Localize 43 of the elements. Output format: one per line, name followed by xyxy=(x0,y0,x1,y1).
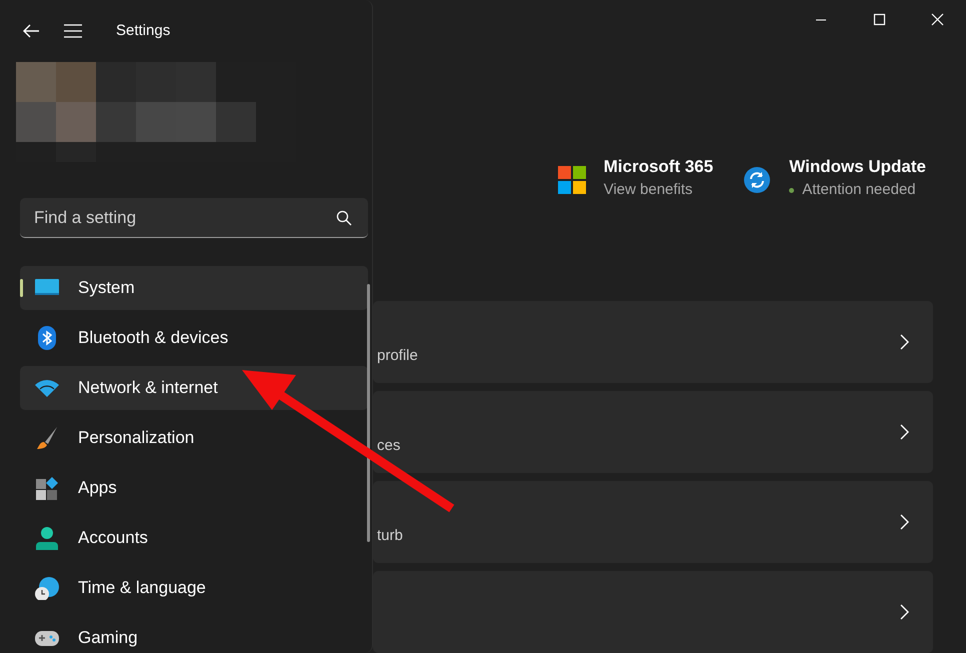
sidebar-label: Gaming xyxy=(78,627,138,650)
sidebar-label: Accounts xyxy=(78,527,148,550)
maximize-button[interactable] xyxy=(872,12,886,26)
sync-icon[interactable] xyxy=(743,166,772,194)
chevron-right-icon xyxy=(899,514,909,530)
sidebar-item[interactable]: System xyxy=(20,266,368,310)
sidebar-label: Apps xyxy=(78,477,117,500)
close-button[interactable] xyxy=(930,12,944,26)
sidebar-item[interactable]: Network & internet xyxy=(20,366,368,410)
tile-title[interactable]: Windows Update xyxy=(789,156,926,178)
tile-subtitle: View benefits xyxy=(604,180,693,200)
sidebar-label: Network & internet xyxy=(78,377,218,400)
tile-subtitle: Attention needed xyxy=(802,180,916,200)
sidebar-item[interactable]: Bluetooth & devices xyxy=(20,316,368,360)
chevron-right-icon xyxy=(899,424,909,440)
selection-indicator xyxy=(20,279,23,297)
chevron-right-icon xyxy=(899,604,909,620)
sidebar-label: Personalization xyxy=(78,427,194,450)
sidebar-item[interactable]: Accounts xyxy=(20,516,368,560)
sidebar-label: Bluetooth & devices xyxy=(78,327,228,350)
scrollbar[interactable] xyxy=(367,284,370,542)
settings-card[interactable]: turb xyxy=(373,481,933,563)
search-icon xyxy=(336,210,352,226)
sidebar-item[interactable]: Apps xyxy=(20,466,368,510)
status-dot xyxy=(789,188,794,192)
globe-clock-icon xyxy=(34,576,60,600)
app-title: Settings xyxy=(116,20,170,41)
sidebar-item[interactable]: Time & language xyxy=(20,566,368,610)
settings-card[interactable]: profile xyxy=(373,301,933,383)
sidebar-item[interactable]: Personalization xyxy=(20,416,368,460)
person-icon xyxy=(34,526,60,550)
sidebar-label: System xyxy=(78,277,135,300)
search-field[interactable]: Find a setting xyxy=(20,198,368,238)
windows-logo-icon[interactable] xyxy=(558,166,586,194)
card-subtitle: ces xyxy=(377,436,400,456)
tile-title[interactable]: Microsoft 365 xyxy=(604,156,714,178)
settings-card[interactable]: ces xyxy=(373,391,933,473)
apps-icon xyxy=(34,476,60,500)
sidebar-label: Time & language xyxy=(78,577,206,600)
card-subtitle: turb xyxy=(377,526,403,546)
card-subtitle: profile xyxy=(377,346,418,366)
chevron-right-icon xyxy=(899,334,909,350)
sidebar-item[interactable]: Gaming xyxy=(20,616,368,653)
